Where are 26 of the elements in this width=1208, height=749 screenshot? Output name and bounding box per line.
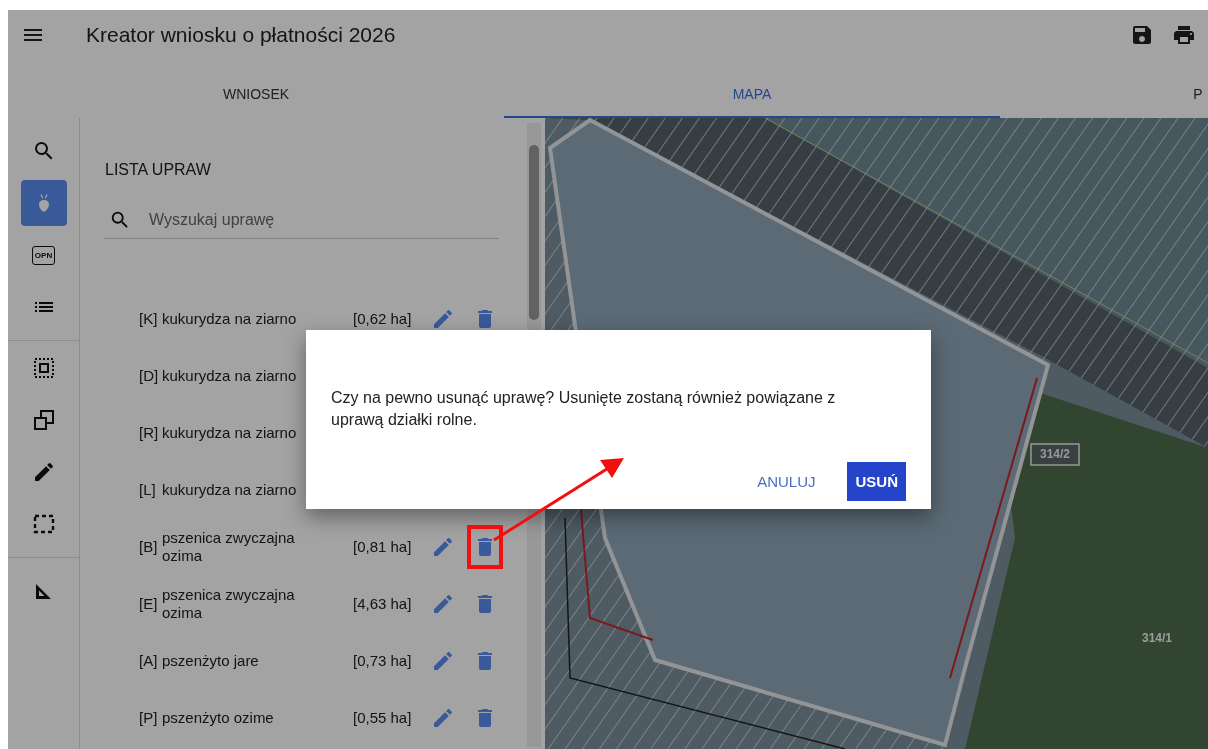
crop-name: pszenica zwyczajna ozima [162,528,296,565]
parcel-label: 314/2 [1030,443,1080,466]
crop-area: [4,63 ha] [353,595,425,612]
parcel-label: 314/1 [1142,631,1172,645]
app-title: Kreator wniosku o płatności 2026 [86,23,397,47]
crop-code: [K] [139,310,159,327]
crop-name: pszenżyto ozime [162,708,275,727]
crop-name: kukurydza na ziarno [162,423,298,442]
crop-name: pszenżyto jare [162,651,260,670]
crop-area: [0,73 ha] [353,652,425,669]
crop-code: [E] [139,595,159,612]
crop-code: [B] [139,538,159,555]
crop-name: kukurydza na ziarno [162,480,298,499]
crop-name: kukurydza na ziarno [162,309,298,328]
crop-code: [P] [139,709,159,726]
dialog-message: Czy na pewno usunąć uprawę? Usunięte zostaną również powiązane z uprawą działki rolne. [331,388,837,430]
crop-code: [R] [139,424,160,441]
panel-title: LISTA UPRAW [105,161,212,179]
crop-name: pszenica zwyczajna ozima [162,585,296,622]
crop-area: [0,81 ha] [353,538,425,555]
crop-code: [A] [139,652,159,669]
crop-area: [0,62 ha] [353,310,425,327]
crop-code: [D] [139,367,160,384]
crop-name: kukurydza na ziarno [162,366,298,385]
crop-code: [L] [139,481,157,498]
crop-area: [0,55 ha] [353,709,425,726]
